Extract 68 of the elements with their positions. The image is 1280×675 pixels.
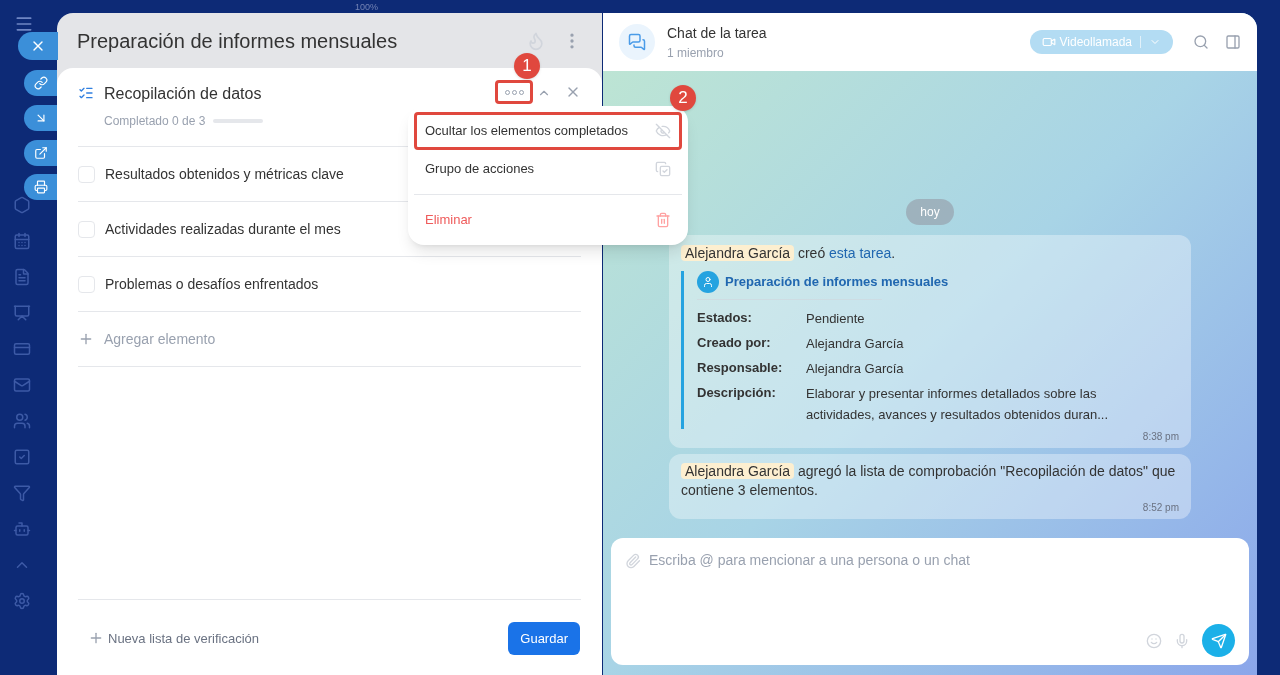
send-icon bbox=[1210, 632, 1227, 649]
field-label: Creado por: bbox=[697, 334, 772, 352]
field-value: Alejandra García bbox=[806, 335, 905, 353]
field-value: Elaborar y presentar informes detallados sobre las actividades, avances y resultados obtenidos duran... bbox=[806, 385, 1110, 424]
item-label: Resultados obtenidos y métricas clave bbox=[105, 164, 344, 184]
send-button[interactable] bbox=[1202, 624, 1235, 657]
menu-item[interactable]: Eliminar bbox=[414, 201, 682, 239]
progress-text: Completado 0 de 3 bbox=[104, 113, 206, 130]
item-label: Actividades realizadas durante el mes bbox=[105, 219, 341, 239]
document-icon[interactable] bbox=[12, 268, 31, 286]
external-link-icon bbox=[33, 146, 48, 160]
new-checklist-link[interactable]: Nueva lista de verificación bbox=[108, 628, 509, 648]
tasks-icon[interactable] bbox=[12, 448, 31, 466]
add-item-link[interactable]: Agregar elemento bbox=[104, 328, 216, 350]
emoji-icon[interactable] bbox=[1146, 632, 1162, 649]
author-chip[interactable]: Alejandra García bbox=[681, 245, 795, 261]
item-checkbox[interactable] bbox=[78, 275, 95, 293]
message-time: 8:52 pm bbox=[1142, 501, 1179, 515]
item-checkbox[interactable] bbox=[78, 165, 95, 183]
item-label: Problemas o desafíos enfrentados bbox=[105, 274, 319, 294]
funnel-icon[interactable] bbox=[12, 484, 31, 502]
search-icon[interactable] bbox=[1193, 34, 1209, 50]
task-title: Preparación de informes mensuales bbox=[77, 28, 399, 54]
author-chip[interactable]: Alejandra García bbox=[681, 463, 795, 479]
plus-icon[interactable] bbox=[78, 331, 94, 347]
checklist-icon bbox=[78, 85, 94, 101]
microphone-icon[interactable] bbox=[1174, 632, 1190, 649]
save-button[interactable]: Guardar bbox=[508, 621, 580, 655]
print-button[interactable] bbox=[24, 174, 57, 200]
card-title-link[interactable]: Preparación de informes mensuales bbox=[725, 272, 949, 292]
close-button[interactable] bbox=[18, 32, 58, 60]
paperclip-icon[interactable] bbox=[625, 552, 641, 569]
chat-title: Chat de la tarea bbox=[667, 23, 768, 43]
hidden-icon bbox=[655, 123, 671, 139]
message-text: Alejandra García agregó la lista de comprobación "Recopilación de datos" que contiene 3 elementos. bbox=[681, 462, 1177, 500]
open-external-button[interactable] bbox=[24, 140, 57, 166]
message-time: 8:38 pm bbox=[1142, 430, 1179, 444]
checklist-title: Recopilación de datos bbox=[104, 84, 263, 104]
chat-icon bbox=[628, 33, 646, 51]
menu-item[interactable]: Grupo de acciones bbox=[414, 150, 682, 188]
link-icon bbox=[33, 76, 48, 90]
side-panel-icon[interactable] bbox=[1225, 34, 1241, 50]
message-field[interactable]: Escriba @ para mencionar a una persona o un chat bbox=[649, 550, 1235, 571]
zoom-label: 100% bbox=[355, 1, 379, 14]
field-label: Responsable: bbox=[697, 359, 784, 377]
presentation-icon[interactable] bbox=[12, 304, 31, 322]
mail-icon[interactable] bbox=[12, 376, 31, 394]
item-checkbox[interactable] bbox=[78, 220, 95, 238]
field-value: Alejandra García bbox=[806, 360, 905, 378]
hexagon-icon[interactable] bbox=[12, 196, 31, 214]
settings-icon[interactable] bbox=[12, 592, 31, 610]
download-button[interactable] bbox=[24, 105, 57, 131]
member-count: 1 miembro bbox=[667, 44, 725, 62]
menu-item[interactable]: Ocultar los elementos completados bbox=[414, 112, 682, 150]
trash-icon bbox=[655, 212, 671, 228]
field-label: Estados: bbox=[697, 309, 753, 327]
printer-icon bbox=[33, 180, 48, 194]
message-text: Alejandra García creó esta tarea. bbox=[681, 243, 1179, 264]
checkbox-stack-icon bbox=[655, 161, 671, 177]
field-label: Descripción: bbox=[697, 384, 777, 402]
robot-icon[interactable] bbox=[12, 520, 31, 538]
user-avatar bbox=[697, 271, 719, 293]
people-icon[interactable] bbox=[12, 412, 31, 430]
card-icon[interactable] bbox=[12, 340, 31, 358]
calendar-icon[interactable] bbox=[12, 232, 31, 250]
link-button[interactable] bbox=[24, 70, 57, 96]
field-value: Pendiente bbox=[806, 310, 866, 328]
camera-icon bbox=[1041, 35, 1056, 49]
